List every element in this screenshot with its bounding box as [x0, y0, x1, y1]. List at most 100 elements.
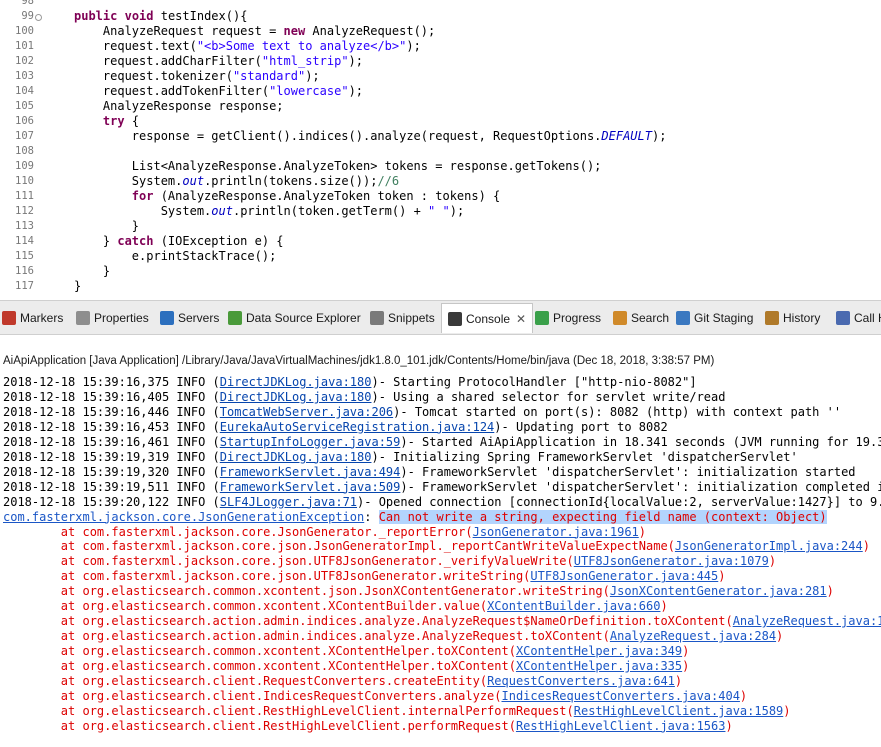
code-line[interactable]: 100 AnalyzeRequest request = new Analyze…	[0, 24, 881, 39]
tab-label: Git Staging	[694, 311, 754, 325]
code-text: System.out.println(token.getTerm() + " "…	[74, 204, 465, 219]
code-token: for	[131, 189, 154, 203]
code-line[interactable]: 105 AnalyzeResponse response;	[0, 99, 881, 114]
log-text: at com.fasterxml.jackson.core.json.UTF8J…	[3, 569, 531, 584]
source-link[interactable]: UTF8JsonGenerator.java:445	[530, 569, 718, 583]
code-token: catch	[117, 234, 154, 248]
code-line[interactable]: 103 request.tokenizer("standard");	[0, 69, 881, 84]
code-line[interactable]: 98	[0, 0, 881, 9]
source-link[interactable]: RestHighLevelClient.java:1589	[574, 704, 784, 718]
source-link[interactable]: FrameworkServlet.java:494	[220, 465, 401, 479]
source-link[interactable]: IndicesRequestConverters.java:404	[502, 689, 740, 703]
tab-search[interactable]: Search	[613, 309, 669, 327]
source-link[interactable]: XContentBuilder.java:660	[487, 599, 660, 613]
source-link[interactable]: TomcatWebServer.java:206	[220, 405, 393, 419]
tab-data-source-explorer[interactable]: Data Source Explorer	[228, 309, 361, 327]
source-link[interactable]: com.fasterxml.jackson.core.JsonGeneratio…	[3, 510, 364, 524]
code-line[interactable]: 99 public void testIndex(){	[0, 9, 881, 24]
fold-toggle-icon[interactable]	[35, 14, 42, 21]
code-line[interactable]: 102 request.addCharFilter("html_strip");	[0, 54, 881, 69]
tab-label: Markers	[20, 311, 64, 325]
console-launch-title: AiApiApplication [Java Application] /Lib…	[3, 355, 715, 367]
log-text: )- Tomcat started on port(s): 8082 (http…	[393, 404, 842, 419]
log-line: 2018-12-18 15:39:16,461 INFO (StartupInf…	[3, 435, 881, 450]
tab-markers[interactable]: Markers	[2, 309, 63, 327]
tab-snippets[interactable]: Snippets	[370, 309, 435, 327]
log-text: at org.elasticsearch.common.xcontent.jso…	[3, 584, 610, 599]
stack-trace-line: at org.elasticsearch.client.RequestConve…	[3, 674, 682, 689]
code-line[interactable]: 104 request.addTokenFilter("lowercase");	[0, 84, 881, 99]
code-line[interactable]: 107 response = getClient().indices().ana…	[0, 129, 881, 144]
source-link[interactable]: DirectJDKLog.java:180	[220, 375, 372, 389]
code-line[interactable]: 116 }	[0, 264, 881, 279]
source-link[interactable]: DirectJDKLog.java:180	[220, 450, 372, 464]
code-editor[interactable]: 98 99 public void testIndex(){100 AnalyzeR…	[0, 0, 881, 300]
code-token: DEFAULT	[601, 129, 652, 143]
tab-label: Data Source Explorer	[246, 311, 361, 325]
code-line[interactable]: 114 } catch (IOException e) {	[0, 234, 881, 249]
log-text: )	[783, 703, 791, 718]
log-text: )	[674, 674, 683, 688]
close-icon[interactable]: ✕	[516, 312, 526, 326]
code-line[interactable]: 111 for (AnalyzeResponse.AnalyzeToken to…	[0, 189, 881, 204]
tab-call-h[interactable]: Call H	[836, 309, 881, 327]
log-text: 2018-12-18 15:39:16,405 INFO (	[3, 389, 220, 404]
code-line[interactable]: 113 }	[0, 219, 881, 234]
log-text: 2018-12-18 15:39:16,453 INFO (	[3, 419, 220, 434]
source-link[interactable]: XContentHelper.java:349	[516, 644, 682, 658]
tab-label: Servers	[178, 311, 220, 325]
source-link[interactable]: JsonGenerator.java:1961	[473, 525, 639, 539]
log-text: )	[826, 584, 834, 599]
stack-trace-line: at org.elasticsearch.client.RestHighLeve…	[3, 719, 733, 734]
source-link[interactable]: UTF8JsonGenerator.java:1079	[574, 554, 769, 568]
code-line[interactable]: 109 List<AnalyzeResponse.AnalyzeToken> t…	[0, 159, 881, 174]
log-text: at com.fasterxml.jackson.core.JsonGenera…	[3, 524, 473, 539]
source-link[interactable]: StartupInfoLogger.java:59	[220, 435, 401, 449]
log-text: 2018-12-18 15:39:19,511 INFO (	[3, 479, 220, 494]
code-line[interactable]: 112 System.out.println(token.getTerm() +…	[0, 204, 881, 219]
log-line: 2018-12-18 15:39:19,511 INFO (FrameworkS…	[3, 480, 881, 495]
source-link[interactable]: JsonGeneratorImpl.java:244	[675, 539, 863, 553]
tab-progress[interactable]: Progress	[535, 309, 601, 327]
tab-console[interactable]: Console ✕	[441, 303, 534, 333]
source-link[interactable]: JsonXContentGenerator.java:281	[610, 584, 827, 598]
code-line[interactable]: 115 e.printStackTrace();	[0, 249, 881, 264]
source-link[interactable]: XContentHelper.java:335	[516, 659, 682, 673]
code-token: request.text(	[74, 39, 197, 53]
source-link[interactable]: SLF4JLogger.java:71	[220, 495, 357, 509]
code-token: );	[348, 84, 364, 98]
code-line[interactable]: 108	[0, 144, 881, 159]
log-line: 2018-12-18 15:39:20,122 INFO (SLF4JLogge…	[3, 495, 881, 510]
console-icon	[448, 312, 462, 326]
source-link[interactable]: FrameworkServlet.java:509	[220, 480, 401, 494]
code-line[interactable]: 110 System.out.println(tokens.size());//…	[0, 174, 881, 189]
log-text: )	[682, 659, 690, 674]
source-link[interactable]: RequestConverters.java:641	[487, 674, 675, 688]
code-token: "lowercase"	[269, 84, 349, 98]
source-link[interactable]: AnalyzeRequest.java:284	[610, 629, 776, 643]
tab-git-staging[interactable]: Git Staging	[676, 309, 753, 327]
log-text: )- FrameworkServlet 'dispatcherServlet':…	[400, 464, 856, 479]
code-token: .println(token.getTerm() +	[232, 204, 429, 218]
code-token: AnalyzeResponse response;	[74, 99, 284, 113]
code-line[interactable]: 117}	[0, 279, 881, 294]
call-hierarchy-icon	[836, 311, 850, 325]
code-token: try	[102, 114, 125, 128]
code-token: }	[74, 264, 111, 278]
code-token: "<b>Some text to analyze</b>"	[196, 39, 407, 53]
code-line[interactable]: 101 request.text("<b>Some text to analyz…	[0, 39, 881, 54]
stack-trace-line: at org.elasticsearch.common.xcontent.XCo…	[3, 659, 690, 674]
source-link[interactable]: AnalyzeRequest.java:111	[733, 614, 881, 628]
console-view[interactable]: AiApiApplication [Java Application] /Lib…	[0, 335, 881, 747]
tab-history[interactable]: History	[765, 309, 820, 327]
tab-properties[interactable]: Properties	[76, 309, 149, 327]
code-text: public void testIndex(){	[74, 9, 247, 24]
source-link[interactable]: DirectJDKLog.java:180	[220, 390, 372, 404]
code-line[interactable]: 106 try {	[0, 114, 881, 129]
line-number: 109	[15, 160, 34, 172]
source-link[interactable]: EurekaAutoServiceRegistration.java:124	[220, 420, 495, 434]
tab-servers[interactable]: Servers	[160, 309, 219, 327]
line-number: 112	[15, 205, 34, 217]
source-link[interactable]: RestHighLevelClient.java:1563	[516, 719, 726, 733]
stack-trace-line: at com.fasterxml.jackson.core.json.JsonG…	[3, 539, 870, 554]
